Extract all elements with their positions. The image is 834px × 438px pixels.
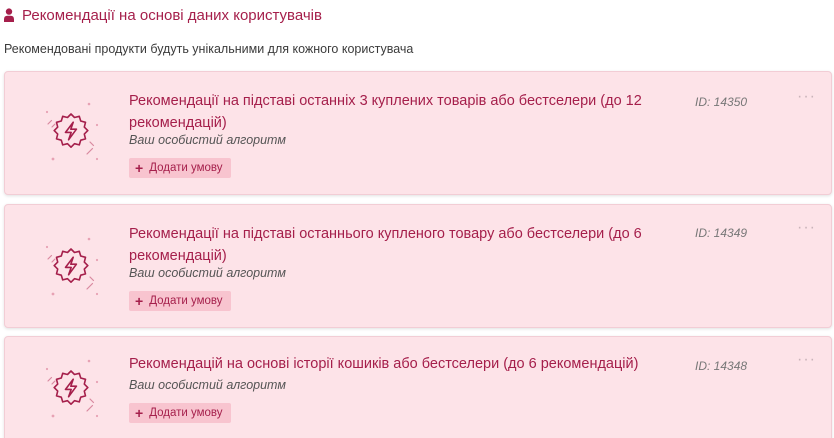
- lightning-badge-icon: [45, 237, 99, 296]
- plus-icon: +: [135, 160, 144, 176]
- plus-icon: +: [135, 405, 144, 421]
- section-header: Рекомендації на основі даних користувачі…: [4, 5, 322, 25]
- lightning-badge-icon: [45, 102, 99, 161]
- more-options-icon[interactable]: ···: [797, 352, 816, 368]
- section-title: Рекомендації на основі даних користувачі…: [22, 6, 322, 24]
- recommendation-card[interactable]: Рекомендації на підставі останнього купл…: [4, 204, 832, 328]
- card-id: ID: 14349: [695, 226, 748, 240]
- more-options-icon[interactable]: ···: [797, 220, 816, 236]
- add-condition-label: Додати умову: [149, 162, 223, 174]
- card-id: ID: 14348: [695, 359, 748, 373]
- more-options-icon[interactable]: ···: [797, 89, 816, 105]
- recommendations-page: Рекомендації на основі даних користувачі…: [0, 0, 834, 438]
- card-title: Рекомендацій на основі історії кошиків а…: [129, 356, 639, 372]
- card-title: Рекомендації на підставі останніх 3 купл…: [129, 93, 642, 131]
- add-condition-button[interactable]: + Додати умову: [129, 158, 231, 178]
- recommendation-card[interactable]: Рекомендацій на основі історії кошиків а…: [4, 336, 832, 438]
- add-condition-button[interactable]: + Додати умову: [129, 291, 231, 311]
- card-subtitle: Ваш особистий алгоритм: [129, 378, 286, 392]
- plus-icon: +: [135, 293, 144, 309]
- add-condition-button[interactable]: + Додати умову: [129, 403, 231, 423]
- section-subtitle: Рекомендовані продукти будуть унікальним…: [4, 42, 414, 56]
- card-subtitle: Ваш особистий алгоритм: [129, 266, 286, 280]
- card-subtitle: Ваш особистий алгоритм: [129, 133, 286, 147]
- user-icon: [4, 8, 14, 22]
- card-id: ID: 14350: [695, 95, 748, 109]
- recommendation-card[interactable]: Рекомендації на підставі останніх 3 купл…: [4, 71, 832, 195]
- lightning-badge-icon: [45, 359, 99, 418]
- card-title: Рекомендації на підставі останнього купл…: [129, 226, 642, 264]
- add-condition-label: Додати умову: [149, 407, 223, 419]
- add-condition-label: Додати умову: [149, 295, 223, 307]
